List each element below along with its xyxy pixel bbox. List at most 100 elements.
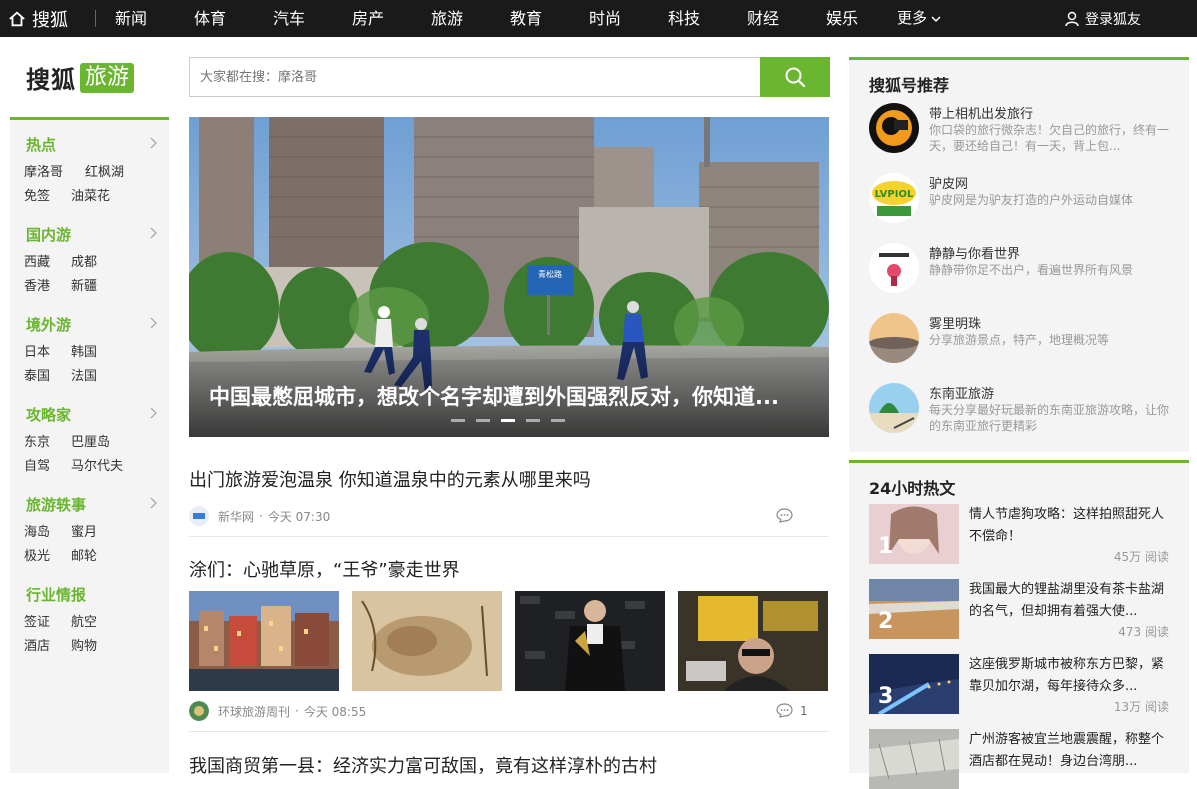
nav-fashion[interactable]: 时尚: [589, 0, 668, 37]
category-link[interactable]: 签证: [24, 611, 50, 630]
category-link[interactable]: 红枫湖: [85, 161, 124, 180]
hot-article-item[interactable]: 3 这座俄罗斯城市被称东方巴黎，紧靠贝加尔湖，每年接待众多... 13万 阅读: [869, 654, 1169, 714]
category-link[interactable]: 香港: [24, 275, 50, 294]
chevron-right-icon[interactable]: [150, 137, 158, 149]
comment-button[interactable]: 1: [776, 703, 808, 718]
account-avatar[interactable]: [869, 103, 919, 153]
category-link[interactable]: 蜜月: [71, 521, 97, 540]
article-source[interactable]: 环球旅游周刊: [218, 703, 290, 720]
chevron-right-icon[interactable]: [150, 317, 158, 329]
category-title[interactable]: 国内游: [26, 224, 71, 245]
hot-article-item[interactable]: 1 情人节虐狗攻略：这样拍照甜死人不偿命！ 45万 阅读: [869, 504, 1169, 564]
comment-count: 1: [800, 703, 808, 718]
nav-entertainment[interactable]: 娱乐: [826, 0, 905, 37]
category-link[interactable]: 新疆: [71, 275, 97, 294]
top-logo-text: 搜狐: [32, 9, 68, 31]
hot-article-title[interactable]: 情人节虐狗攻略：这样拍照甜死人不偿命！: [969, 504, 1174, 548]
category-link[interactable]: 马尔代夫: [71, 455, 123, 474]
account-name[interactable]: 静静与你看世界: [929, 243, 1020, 262]
category-title[interactable]: 热点: [26, 134, 56, 155]
search-icon: [785, 67, 806, 88]
account-name[interactable]: 雾里明珠: [929, 313, 981, 332]
chevron-right-icon[interactable]: [150, 407, 158, 419]
category-link[interactable]: 泰国: [24, 365, 50, 384]
nav-travel[interactable]: 旅游: [431, 0, 510, 37]
nav-house[interactable]: 房产: [352, 0, 431, 37]
hot-article-title[interactable]: 广州游客被宜兰地震震醒，称整个酒店都在晃动！身边台湾朋...: [969, 729, 1174, 773]
hero-caption[interactable]: 中国最憋屈城市，想改个名字却遭到外国强烈反对，你知道...: [209, 381, 779, 411]
category-title[interactable]: 行业情报: [26, 584, 86, 605]
category-link[interactable]: 自驾: [24, 455, 50, 474]
search-input[interactable]: [190, 58, 760, 96]
account-name[interactable]: 驴皮网: [929, 173, 968, 192]
nav-auto[interactable]: 汽车: [273, 0, 352, 37]
chevron-right-icon[interactable]: [150, 497, 158, 509]
account-avatar[interactable]: LVPIOL: [869, 173, 919, 223]
article-thumbnail[interactable]: [189, 591, 339, 691]
account-name[interactable]: 带上相机出发旅行: [929, 103, 1033, 122]
category-link[interactable]: 酒店: [24, 635, 50, 654]
carousel-dot[interactable]: [526, 419, 540, 422]
account-avatar[interactable]: [869, 383, 919, 433]
article-thumbnail[interactable]: [678, 591, 828, 691]
account-name[interactable]: 东南亚旅游: [929, 383, 994, 402]
carousel-dot[interactable]: [551, 419, 565, 422]
login-label: 登录狐友: [1085, 11, 1141, 28]
hot-article-item[interactable]: 2 我国最大的锂盐湖里没有茶卡盐湖的名气，但却拥有着强大使... 473 阅读: [869, 579, 1169, 639]
carousel-dot-active[interactable]: [501, 419, 515, 422]
category-link[interactable]: 韩国: [71, 341, 97, 360]
nav-more-button[interactable]: 更多: [897, 0, 941, 37]
account-desc: 你口袋的旅行微杂志！欠自己的旅行，终有一天，要还给自己！有一天，背上包...: [929, 123, 1170, 153]
source-avatar-icon[interactable]: [189, 701, 209, 721]
carousel-dot[interactable]: [451, 419, 465, 422]
hot-article-title[interactable]: 我国最大的锂盐湖里没有茶卡盐湖的名气，但却拥有着强大使...: [969, 579, 1174, 623]
search-button[interactable]: [760, 57, 830, 97]
article-thumbnail[interactable]: [352, 591, 502, 691]
category-link[interactable]: 航空: [71, 611, 97, 630]
article-title[interactable]: 出门旅游爱泡温泉 你知道温泉中的元素从哪里来吗: [189, 466, 591, 492]
account-avatar[interactable]: [869, 313, 919, 363]
category-link[interactable]: 西藏: [24, 251, 50, 270]
category-link[interactable]: 东京: [24, 431, 50, 450]
account-item[interactable]: LVPIOL 驴皮网 驴皮网是为驴友打造的户外运动自媒体: [869, 173, 1189, 225]
category-link[interactable]: 摩洛哥: [24, 161, 63, 180]
category-title[interactable]: 攻略家: [26, 404, 71, 425]
channel-logo[interactable]: 搜狐 旅游: [26, 60, 135, 95]
category-link[interactable]: 油菜花: [71, 185, 110, 204]
nav-education[interactable]: 教育: [510, 0, 589, 37]
category-link[interactable]: 巴厘岛: [71, 431, 110, 450]
hot-article-item[interactable]: 广州游客被宜兰地震震醒，称整个酒店都在晃动！身边台湾朋...: [869, 729, 1169, 789]
account-item[interactable]: 东南亚旅游 每天分享最好玩最新的东南亚旅游攻略，让你的东南亚旅行更精彩: [869, 383, 1189, 435]
account-item[interactable]: 带上相机出发旅行 你口袋的旅行微杂志！欠自己的旅行，终有一天，要还给自己！有一天…: [869, 103, 1189, 155]
chevron-right-icon[interactable]: [150, 227, 158, 239]
category-link[interactable]: 邮轮: [71, 545, 97, 564]
nav-finance[interactable]: 财经: [747, 0, 826, 37]
article-thumbnail[interactable]: [515, 591, 665, 691]
category-title[interactable]: 旅游轶事: [26, 494, 86, 515]
category-link[interactable]: 购物: [71, 635, 97, 654]
hero-carousel[interactable]: 青松路 中国最憋屈城市，想改个名字却遭到外国强烈反对，你知道...: [189, 117, 829, 437]
account-avatar[interactable]: [869, 243, 919, 293]
account-item[interactable]: 雾里明珠 分享旅游景点，特产，地理概况等: [869, 313, 1189, 365]
nav-tech[interactable]: 科技: [668, 0, 747, 37]
hot-article-title[interactable]: 这座俄罗斯城市被称东方巴黎，紧靠贝加尔湖，每年接待众多...: [969, 654, 1174, 698]
nav-sports[interactable]: 体育: [194, 0, 273, 37]
category-title[interactable]: 境外游: [26, 314, 71, 335]
article-source[interactable]: 新华网: [218, 508, 254, 525]
category-link[interactable]: 极光: [24, 545, 50, 564]
comment-button[interactable]: [776, 508, 793, 523]
carousel-dot[interactable]: [476, 419, 490, 422]
article-title[interactable]: 涂们：心驰草原，“王爷”豪走世界: [189, 556, 460, 582]
category-link[interactable]: 法国: [71, 365, 97, 384]
category-link[interactable]: 海岛: [24, 521, 50, 540]
category-link[interactable]: 成都: [71, 251, 97, 270]
article-title[interactable]: 我国商贸第一县：经济实力富可敌国，竟有这样淳朴的古村: [189, 752, 657, 778]
hot-article-thumb[interactable]: [869, 729, 959, 789]
sohu-home-link[interactable]: 搜狐: [8, 0, 68, 37]
category-link[interactable]: 免签: [24, 185, 50, 204]
account-item[interactable]: 静静与你看世界 静静带你足不出户，看遍世界所有风景: [869, 243, 1189, 295]
login-button[interactable]: 登录狐友: [1064, 0, 1141, 37]
source-avatar-icon[interactable]: [189, 506, 209, 526]
nav-news[interactable]: 新闻: [115, 0, 194, 37]
category-link[interactable]: 日本: [24, 341, 50, 360]
